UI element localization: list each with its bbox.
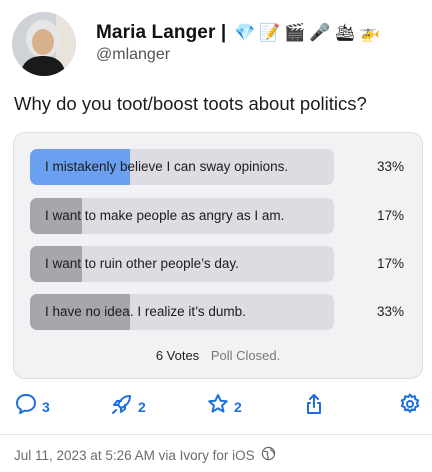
globe-icon (261, 446, 276, 464)
boost-count: 2 (138, 398, 146, 415)
star-icon (206, 392, 230, 421)
display-name[interactable]: Maria Langer | (96, 22, 226, 44)
microphone-emoji: 🎤 (309, 23, 331, 42)
user-handle[interactable]: @mlanger (96, 46, 170, 64)
clapper-emoji: 🎬 (284, 23, 306, 42)
poll-option-percent: 33% (376, 304, 404, 319)
gear-icon (398, 392, 422, 421)
post-meta: Jul 11, 2023 at 5:26 AM via Ivory for iO… (14, 446, 276, 464)
name-emojis: 💎 📝 🎬 🎤 🛳 🚁 (234, 23, 381, 43)
poll-status: Poll Closed. (210, 348, 281, 363)
divider (0, 434, 432, 435)
post-header: Maria Langer | 💎 📝 🎬 🎤 🛳 🚁 @mlanger (12, 10, 422, 78)
poll-option-percent: 17% (376, 256, 404, 271)
name-row: Maria Langer | 💎 📝 🎬 🎤 🛳 🚁 (96, 22, 381, 44)
poll: I mistakenly believe I can sway opinions… (13, 132, 423, 379)
boost-button[interactable]: 2 (110, 392, 146, 421)
poll-option-percent: 17% (376, 208, 404, 223)
poll-option: I mistakenly believe I can sway opinions… (30, 149, 334, 185)
poll-option-label: I have no idea. I realize it’s dumb. (45, 304, 246, 319)
reply-button[interactable]: 3 (14, 392, 50, 421)
poll-option: I want to ruin other people’s day. (30, 246, 334, 282)
share-button[interactable] (302, 392, 326, 421)
gem-emoji: 💎 (234, 23, 256, 42)
poll-option: I have no idea. I realize it’s dumb. (30, 294, 334, 330)
poll-option-percent: 33% (376, 159, 404, 174)
ship-emoji: 🛳 (334, 23, 356, 42)
settings-button[interactable] (398, 392, 422, 421)
poll-option-label: I mistakenly believe I can sway opinions… (45, 159, 289, 174)
avatar[interactable] (12, 12, 76, 76)
action-bar: 3 2 2 (14, 392, 424, 420)
reply-icon (14, 392, 38, 421)
boost-icon (110, 392, 134, 421)
poll-vote-count: 6 Votes (155, 348, 200, 363)
poll-option-label: I want to ruin other people’s day. (45, 256, 239, 271)
favorite-button[interactable]: 2 (206, 392, 242, 421)
timestamp: Jul 11, 2023 at 5:26 AM via Ivory for iO… (14, 447, 255, 463)
memo-emoji: 📝 (259, 23, 281, 42)
favorite-count: 2 (234, 398, 242, 415)
poll-option: I want to make people as angry as I am. (30, 198, 334, 234)
poll-footer: 6 Votes Poll Closed. (14, 348, 422, 363)
post-text: Why do you toot/boost toots about politi… (14, 93, 367, 114)
reply-count: 3 (42, 398, 50, 415)
share-icon (302, 392, 326, 421)
poll-option-label: I want to make people as angry as I am. (45, 208, 285, 223)
helicopter-emoji: 🚁 (359, 23, 381, 42)
